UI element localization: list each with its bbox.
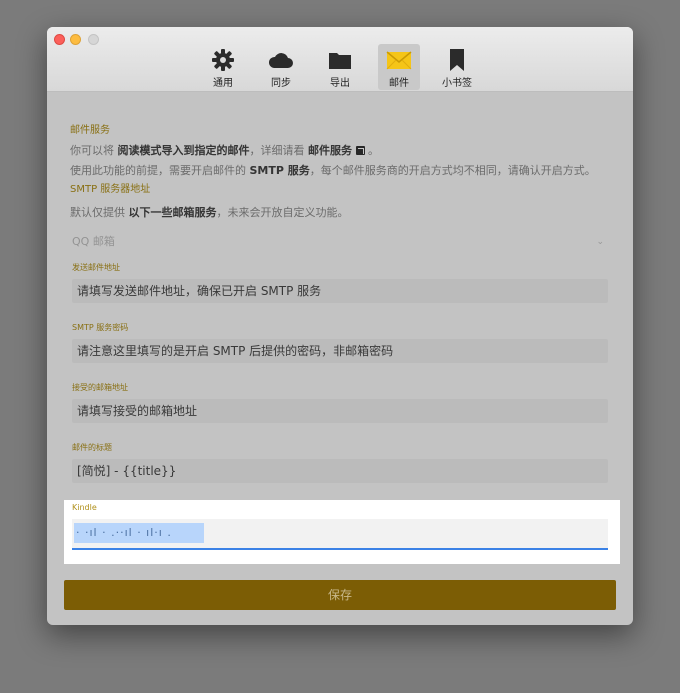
mail-subject-input[interactable]: [简悦] - {{title}} (72, 459, 608, 483)
zoom-window-button[interactable] (88, 34, 99, 45)
mail-service-heading: 邮件服务 (70, 125, 110, 136)
close-window-button[interactable] (54, 34, 65, 45)
external-link-icon[interactable] (355, 146, 365, 155)
sender-address-input[interactable]: 请填写发送邮件地址，确保已开启 SMTP 服务 (72, 279, 608, 303)
smtp-server-description: 默认仅提供 以下一些邮箱服务，未来会开放自定义功能。 (70, 204, 349, 220)
sender-address-label: 发送邮件地址 (72, 263, 120, 272)
title-bar: 通用 同步 导出 邮件 小书签 (47, 27, 633, 92)
mail-service-description: 你可以将 阅读模式导入到指定的邮件，详细请看 邮件服务 。 (70, 142, 379, 158)
mail-settings-panel: 邮件服务 你可以将 阅读模式导入到指定的邮件，详细请看 邮件服务 。 使用此功能… (47, 92, 633, 625)
tab-sync[interactable]: 同步 (260, 44, 302, 90)
desc-text: ，未来会开放自定义功能。 (216, 206, 349, 219)
cloud-icon (268, 53, 293, 68)
receiver-address-input[interactable]: 请填写接受的邮箱地址 (72, 399, 608, 423)
smtp-password-input[interactable]: 请注意这里填写的是开启 SMTP 后提供的密码，非邮箱密码 (72, 339, 608, 363)
tab-bookmarklet[interactable]: 小书签 (436, 44, 478, 90)
desc-text: 默认仅提供 (70, 206, 125, 219)
tab-mail[interactable]: 邮件 (378, 44, 420, 90)
smtp-password-label: SMTP 服务密码 (72, 323, 129, 332)
gear-icon (212, 49, 234, 71)
mail-service-link[interactable]: 邮件服务 (308, 144, 352, 157)
tab-mail-label: 邮件 (389, 78, 409, 89)
smtp-server-select[interactable]: QQ 邮箱 ⌄ (72, 231, 608, 253)
folder-icon (329, 53, 351, 69)
smtp-server-selected-value: QQ 邮箱 (72, 235, 115, 248)
tab-bookmarklet-label: 小书签 (442, 78, 472, 89)
mail-icon (386, 51, 412, 70)
desc-text: ，详细请看 (249, 144, 305, 157)
receiver-address-label: 接受的邮箱地址 (72, 383, 128, 392)
save-button[interactable]: 保存 (64, 580, 616, 610)
tab-general[interactable]: 通用 (202, 44, 244, 90)
minimize-window-button[interactable] (70, 34, 81, 45)
tab-export-label: 导出 (330, 78, 350, 89)
desc-bold: 阅读模式导入到指定的邮件 (117, 144, 250, 157)
desc-bold: 以下一些邮箱服务 (128, 206, 217, 219)
tab-sync-label: 同步 (271, 78, 291, 89)
desc-text: 使用此功能的前提，需要开启邮件的 (70, 164, 246, 177)
mail-subject-label: 邮件的标题 (72, 443, 112, 452)
smtp-server-heading: SMTP 服务器地址 (70, 184, 151, 195)
kindle-field-highlight: Kindle ‧ ·ıl · .‧‧ıl · ıl‧ı . (64, 500, 620, 564)
kindle-email-input[interactable]: ‧ ·ıl · .‧‧ıl · ıl‧ı . (72, 519, 608, 550)
preferences-window: 通用 同步 导出 邮件 小书签 邮件服务 你可以将 阅读模式导入到指定的邮件，详… (47, 27, 633, 625)
desc-text: 你可以将 (70, 144, 114, 157)
desc-text: 。 (368, 144, 379, 157)
kindle-label: Kindle (72, 503, 97, 512)
bookmark-icon (450, 49, 464, 71)
desc-text: ，每个邮件服务商的开启方式均不相同，请确认开启方式。 (309, 164, 596, 177)
desc-bold: SMTP 服务 (249, 164, 310, 177)
smtp-prerequisite-note: 使用此功能的前提，需要开启邮件的 SMTP 服务，每个邮件服务商的开启方式均不相… (70, 162, 596, 178)
tab-export[interactable]: 导出 (319, 44, 361, 90)
chevron-down-icon: ⌄ (596, 237, 604, 247)
tab-general-label: 通用 (213, 78, 233, 89)
kindle-input-selected-text: ‧ ·ıl · .‧‧ıl · ıl‧ı . (74, 523, 204, 543)
